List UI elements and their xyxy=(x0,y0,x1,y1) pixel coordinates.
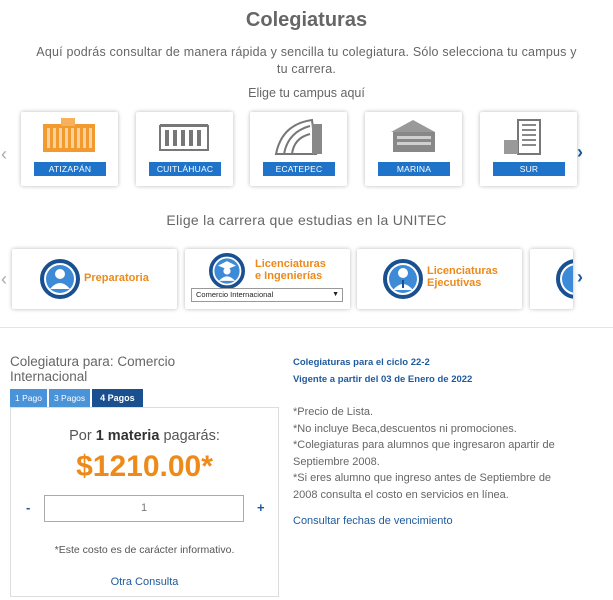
campus-next-arrow[interactable]: › xyxy=(577,143,583,161)
campus-card-marina[interactable]: MARINA xyxy=(365,112,462,186)
campus-card-cuitlahuac[interactable]: CUITLÁHUAC xyxy=(136,112,233,186)
student-icon xyxy=(40,259,80,299)
cycle-text: Colegiaturas para el ciclo 22-2 xyxy=(293,357,430,368)
career-heading: Elige la carrera que estudias en la UNIT… xyxy=(166,212,447,228)
campus-label: ATIZAPÁN xyxy=(34,162,106,176)
tab-4-pagos[interactable]: 4 Pagos xyxy=(92,389,143,407)
building-icon xyxy=(504,119,541,155)
campus-card-sur[interactable]: SUR xyxy=(480,112,577,186)
career-card-preparatoria[interactable]: Preparatoria xyxy=(12,249,177,309)
tab-3-pagos[interactable]: 3 Pagos xyxy=(48,389,91,407)
due-dates-link[interactable]: Consultar fechas de vencimiento xyxy=(293,515,453,527)
career-next-arrow[interactable]: › xyxy=(577,268,583,286)
info-note: *Este costo es de carácter informativo. xyxy=(54,544,235,556)
increment-button[interactable]: + xyxy=(257,500,265,515)
price-box: Por 1 materia pagarás: $1210.00* - 1 + *… xyxy=(10,407,279,597)
colegiaturas-page: Colegiaturas Aquí podrás consultar de ma… xyxy=(0,0,613,600)
campus-card-atizapan[interactable]: ATIZAPÁN xyxy=(21,112,118,186)
graduate-icon xyxy=(209,253,245,289)
price-amount: $1210.00* xyxy=(76,450,213,483)
quote-title: Colegiatura para: Comercio Internacional xyxy=(10,354,176,384)
career-name: Licenciaturas e Ingenierías xyxy=(255,258,326,282)
campus-prev-arrow[interactable]: ‹ xyxy=(1,145,7,163)
campus-label: MARINA xyxy=(378,162,450,176)
page-intro: Aquí podrás consultar de manera rápida y… xyxy=(36,45,577,76)
another-query-link[interactable]: Otra Consulta xyxy=(11,576,278,588)
executive-icon xyxy=(383,259,423,299)
building-icon xyxy=(43,118,95,152)
career-card-licenciaturas-ingenierias[interactable]: Licenciaturas e Ingenierías Comercio Int… xyxy=(185,249,350,309)
info-item: *Si eres alumno que ingreso antes de Sep… xyxy=(293,472,552,501)
payment-tabs: 1 Pago 3 Pagos 4 Pagos xyxy=(10,389,145,407)
career-prev-arrow[interactable]: ‹ xyxy=(1,270,7,288)
career-name: Licenciaturas Ejecutivas xyxy=(427,265,498,289)
building-icon xyxy=(159,124,209,151)
building-icon xyxy=(274,118,322,155)
decrement-button[interactable]: - xyxy=(26,500,30,515)
page-title: Colegiaturas xyxy=(245,9,368,31)
building-icon xyxy=(391,120,435,152)
quantity-input[interactable]: 1 xyxy=(44,495,244,522)
campus-label: CUITLÁHUAC xyxy=(149,162,221,176)
campus-label: ECATEPEC xyxy=(263,162,335,176)
career-card-licenciaturas-ejecutivas[interactable]: Licenciaturas Ejecutivas xyxy=(357,249,522,309)
tab-1-pago[interactable]: 1 Pago xyxy=(10,389,47,407)
section-divider xyxy=(0,327,613,328)
info-item: *No incluye Beca,descuentos ni promocion… xyxy=(293,422,517,435)
info-item: *Precio de Lista. xyxy=(293,406,374,418)
career-name: Preparatoria xyxy=(84,272,149,284)
info-item: *Colegiaturas para alumnos que ingresaro… xyxy=(293,439,555,468)
career-card-partial[interactable] xyxy=(530,249,573,309)
campus-heading: Elige tu campus aquí xyxy=(248,86,365,100)
info-list: *Precio de Lista. *No incluye Beca,descu… xyxy=(293,404,578,503)
valid-text: Vigente a partir del 03 de Enero de 2022 xyxy=(293,374,473,385)
career-select[interactable]: Comercio Internacional ▼ xyxy=(191,288,343,302)
price-label: Por 1 materia pagarás: xyxy=(69,428,220,444)
student-icon xyxy=(556,259,573,299)
chevron-down-icon: ▼ xyxy=(332,291,339,298)
campus-label: SUR xyxy=(493,162,565,176)
campus-card-ecatepec[interactable]: ECATEPEC xyxy=(250,112,347,186)
